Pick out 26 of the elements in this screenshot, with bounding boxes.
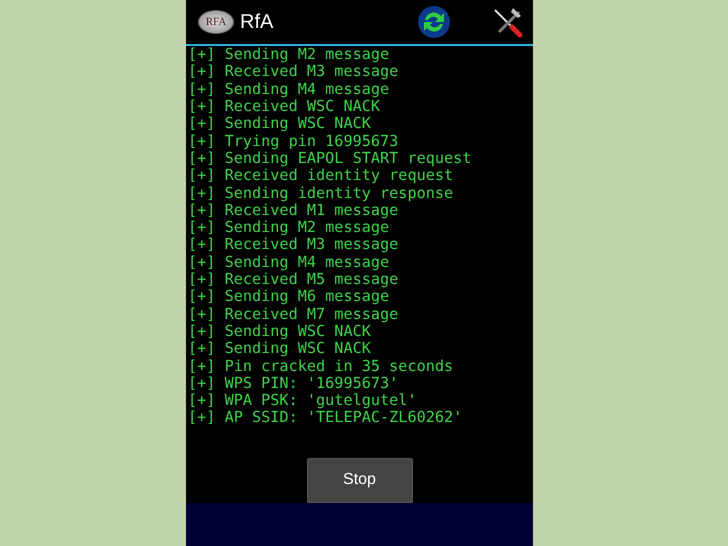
log-line: [+] WPS PIN: '16995673' (188, 374, 400, 392)
log-line: [+] Sending identity response (188, 184, 454, 202)
log-line: [+] Received M3 message (188, 63, 400, 81)
log-line: [+] WPA PSK: 'gutelgutel' (188, 392, 418, 410)
app-title: RfA (240, 10, 274, 34)
log-line: [+] Sending WSC NACK (188, 340, 372, 358)
log-line: [+] Received M1 message (188, 202, 398, 220)
log-line: [+] Sending M4 message (188, 80, 390, 98)
log-line: [+] Sending WSC NACK (188, 115, 372, 133)
app-logo: RFA (198, 10, 234, 34)
log-line: [+] Received M3 message (188, 236, 400, 254)
log-line: [+] Received identity request (188, 167, 454, 185)
log-line: [+] Pin cracked in 35 seconds (188, 358, 454, 375)
refresh-icon[interactable] (417, 5, 451, 40)
log-line: [+] Received M5 message (188, 271, 400, 288)
log-line: [+] Sending EAPOL START request (188, 150, 472, 168)
log-line: [+] Sending WSC NACK (188, 322, 371, 340)
log-line: [+] Received WSC NACK (188, 98, 380, 116)
log-line: [+] Received M7 message (188, 306, 400, 323)
log-line: [+] Sending M6 message (188, 288, 390, 306)
log-line: [+] Trying pin 16995673 (188, 132, 400, 150)
log-line: [+] Sending M4 message (188, 254, 390, 272)
stop-button[interactable]: Stop (306, 458, 412, 503)
log-line: [+] AP SSID: 'TELEPAC-ZL60262' (188, 409, 464, 427)
log-line: [+] Sending M2 message (188, 46, 390, 64)
log-line: [+] Sending M2 message (188, 219, 390, 236)
